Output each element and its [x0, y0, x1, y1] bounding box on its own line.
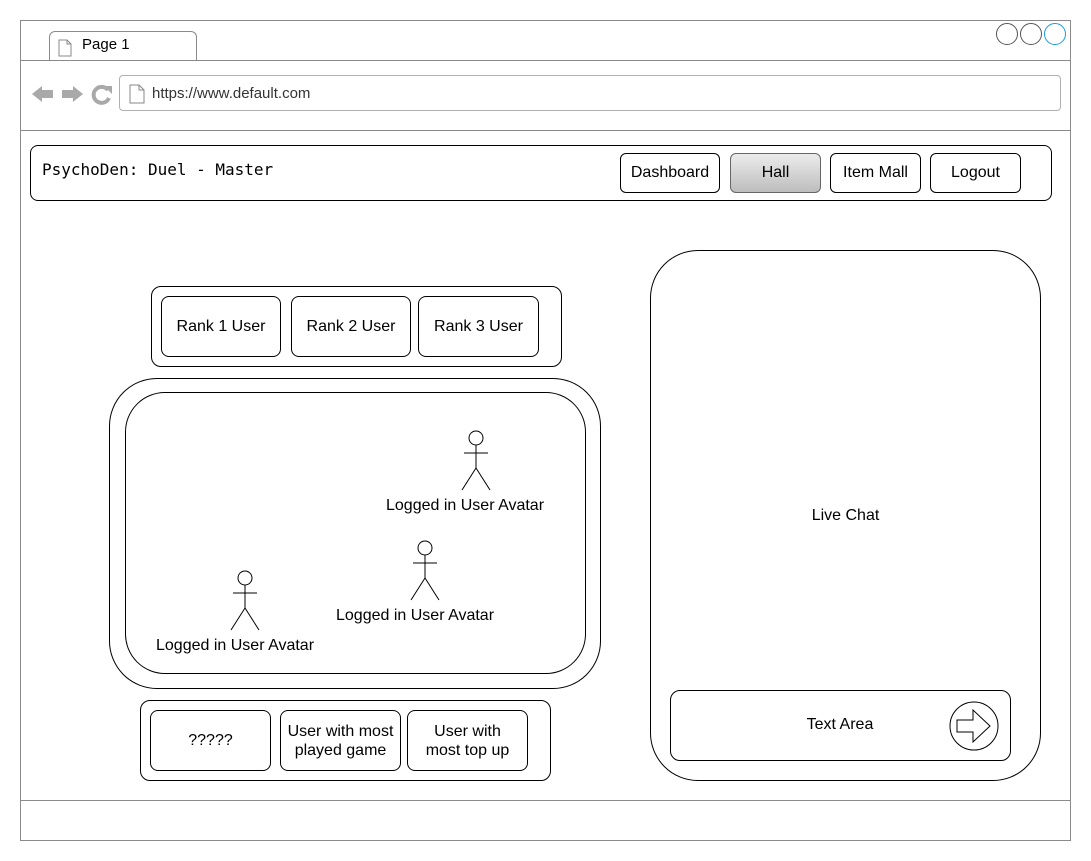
arrow-right-icon[interactable]	[949, 701, 999, 756]
nav-hall-button[interactable]: Hall	[730, 153, 821, 193]
chrome-divider	[20, 130, 1071, 131]
stick-figure-icon[interactable]	[409, 540, 441, 607]
avatar-label: Logged in User Avatar	[156, 637, 315, 654]
tab-title: Page 1	[82, 36, 130, 53]
status-bar-divider	[20, 800, 1071, 801]
window-minimize-button[interactable]	[996, 23, 1018, 45]
most-played-user-button[interactable]: User with most played game	[280, 710, 401, 771]
most-top-up-user-button[interactable]: User with most top up	[407, 710, 528, 771]
rank-1-user-button[interactable]: Rank 1 User	[161, 296, 281, 357]
hall-area	[125, 392, 586, 674]
rank-2-user-button[interactable]: Rank 2 User	[291, 296, 411, 357]
window-maximize-button[interactable]	[1020, 23, 1042, 45]
nav-item-mall-button[interactable]: Item Mall	[830, 153, 921, 193]
arrow-left-icon[interactable]	[31, 84, 55, 109]
window-close-button[interactable]	[1044, 23, 1066, 45]
avatar-label: Logged in User Avatar	[386, 497, 545, 514]
address-bar[interactable]: https://www.default.com	[119, 75, 1061, 111]
page-icon	[129, 84, 145, 108]
stick-figure-icon[interactable]	[460, 430, 492, 497]
arrow-right-icon[interactable]	[60, 84, 84, 109]
tab-strip-divider	[20, 60, 1071, 61]
avatar-label: Logged in User Avatar	[336, 607, 495, 624]
page-icon	[58, 39, 72, 61]
live-chat-title: Live Chat	[811, 507, 880, 524]
browser-tab[interactable]: Page 1	[49, 31, 197, 61]
reload-icon[interactable]	[90, 83, 114, 112]
nav-logout-button[interactable]: Logout	[930, 153, 1021, 193]
url-text: https://www.default.com	[152, 85, 311, 102]
rank-3-user-button[interactable]: Rank 3 User	[418, 296, 539, 357]
mystery-user-button[interactable]: ?????	[150, 710, 271, 771]
text-area-label: Text Area	[806, 716, 874, 733]
stick-figure-icon[interactable]	[229, 570, 261, 637]
app-title: PsychoDen: Duel - Master	[42, 160, 274, 179]
nav-dashboard-button[interactable]: Dashboard	[620, 153, 720, 193]
